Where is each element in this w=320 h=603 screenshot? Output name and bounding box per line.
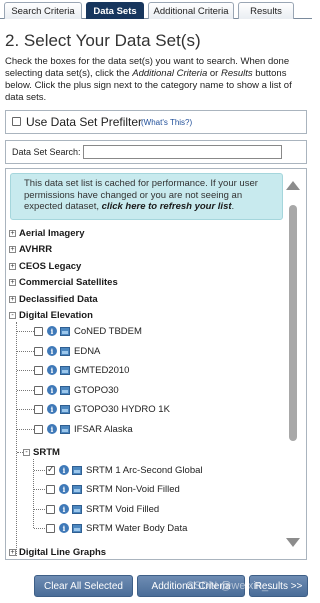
instructions-text: Check the boxes for the data set(s) you … (5, 56, 292, 103)
page-title: 2. Select Your Data Set(s) (5, 31, 201, 50)
dataset-srtm-water-body-data: i SRTM Water Body Data (46, 521, 187, 535)
dataset-search-panel: Data Set Search: (5, 140, 307, 164)
tree-line (17, 409, 34, 410)
additional-criteria-button[interactable]: Additional Criteria (137, 575, 245, 597)
prefilter-label: Use Data Set Prefilter (26, 115, 143, 129)
tree-line (17, 390, 34, 391)
thumbnail-icon[interactable] (72, 465, 82, 475)
thumbnail-icon[interactable] (72, 484, 82, 494)
category-avhrr[interactable]: + AVHRR (9, 242, 52, 256)
info-icon[interactable]: i (59, 484, 69, 494)
tree-line (17, 331, 34, 332)
prefilter-help-link[interactable]: (What's This?) (141, 118, 192, 127)
category-declassified-data[interactable]: + Declassified Data (9, 292, 98, 306)
info-icon[interactable]: i (47, 346, 57, 356)
plus-box-icon[interactable]: + (9, 278, 16, 286)
plus-box-icon[interactable]: + (9, 229, 16, 237)
thumbnail-icon[interactable] (72, 504, 82, 514)
info-icon[interactable]: i (59, 523, 69, 533)
dataset-ifsar-alaska: i IFSAR Alaska (34, 422, 133, 436)
refresh-list-link[interactable]: click here to refresh your list (102, 201, 232, 212)
results-button[interactable]: Results >> (249, 575, 308, 597)
tree-line (34, 509, 45, 510)
thumbnail-icon[interactable] (60, 365, 70, 375)
thumbnail-icon[interactable] (60, 385, 70, 395)
minus-box-icon[interactable]: - (9, 311, 16, 319)
dataset-coned-tbdem: i CoNED TBDEM (34, 324, 142, 338)
dataset-checkbox[interactable] (34, 385, 43, 395)
category-digital-line-graphs[interactable]: + Digital Line Graphs (9, 545, 106, 559)
tab-results[interactable]: Results (238, 2, 294, 19)
category-digital-elevation[interactable]: - Digital Elevation (9, 308, 93, 322)
tree-line (34, 489, 45, 490)
scroll-down-arrow-icon[interactable] (286, 538, 300, 547)
thumbnail-icon[interactable] (60, 424, 70, 434)
thumbnail-icon[interactable] (60, 346, 70, 356)
prefilter-panel: Use Data Set Prefilter (What's This?) (5, 110, 307, 134)
info-icon[interactable]: i (47, 326, 57, 336)
dataset-checkbox[interactable] (46, 484, 55, 494)
dataset-gtopo30: i GTOPO30 (34, 383, 119, 397)
tab-bar: Search Criteria Data Sets Additional Cri… (0, 0, 312, 19)
minus-box-icon[interactable]: - (23, 448, 30, 456)
dataset-checkbox[interactable] (34, 346, 43, 356)
plus-box-icon[interactable]: + (9, 295, 16, 303)
dataset-checkbox[interactable] (34, 326, 43, 336)
info-icon[interactable]: i (47, 404, 57, 414)
dataset-srtm-void-filled: i SRTM Void Filled (46, 502, 159, 516)
thumbnail-icon[interactable] (72, 523, 82, 533)
info-icon[interactable]: i (47, 385, 57, 395)
dataset-srtm-non-void-filled: i SRTM Non-Void Filled (46, 482, 180, 496)
dataset-gmted2010: i GMTED2010 (34, 363, 129, 377)
tab-additional-criteria[interactable]: Additional Criteria (148, 2, 234, 19)
category-srtm[interactable]: - SRTM (23, 445, 60, 459)
dataset-srtm-1-arc-second-global: iSRTM 1 Arc-Second Global (46, 463, 203, 477)
dataset-search-input[interactable] (83, 145, 282, 159)
dataset-search-label: Data Set Search: (12, 147, 81, 157)
info-icon[interactable]: i (59, 465, 69, 475)
prefilter-checkbox[interactable] (12, 117, 21, 126)
tab-data-sets[interactable]: Data Sets (86, 2, 144, 19)
tree-line (17, 370, 34, 371)
dataset-checkbox[interactable] (34, 424, 43, 434)
category-commercial-satellites[interactable]: + Commercial Satellites (9, 275, 118, 289)
scrollbar-thumb[interactable] (289, 205, 297, 441)
dataset-gtopo30-hydro-1k: i GTOPO30 HYDRO 1K (34, 402, 170, 416)
dataset-checkbox[interactable] (46, 464, 55, 475)
info-icon[interactable]: i (59, 504, 69, 514)
plus-box-icon[interactable]: + (9, 245, 16, 253)
plus-box-icon[interactable]: + (9, 548, 16, 556)
category-aerial-imagery[interactable]: + Aerial Imagery (9, 226, 84, 240)
dataset-checkbox[interactable] (46, 504, 55, 514)
info-icon[interactable]: i (47, 365, 57, 375)
thumbnail-icon[interactable] (60, 326, 70, 336)
dataset-checkbox[interactable] (34, 404, 43, 414)
dataset-checkbox[interactable] (46, 523, 55, 533)
category-ceos-legacy[interactable]: + CEOS Legacy (9, 259, 81, 273)
info-icon[interactable]: i (47, 424, 57, 434)
tree-line (17, 429, 34, 430)
dataset-edna: i EDNA (34, 344, 100, 358)
tree-line (34, 470, 45, 471)
dataset-checkbox[interactable] (34, 365, 43, 375)
clear-all-selected-button[interactable]: Clear All Selected (34, 575, 133, 597)
tree-line (17, 351, 34, 352)
thumbnail-icon[interactable] (60, 404, 70, 414)
plus-box-icon[interactable]: + (9, 262, 16, 270)
scroll-up-arrow-icon[interactable] (286, 181, 300, 190)
tree-line (34, 528, 45, 529)
dataset-list[interactable]: This data set list is cached for perform… (5, 168, 307, 560)
tree-line (16, 322, 17, 556)
tab-search-criteria[interactable]: Search Criteria (4, 2, 82, 19)
cache-notice: This data set list is cached for perform… (10, 173, 283, 220)
